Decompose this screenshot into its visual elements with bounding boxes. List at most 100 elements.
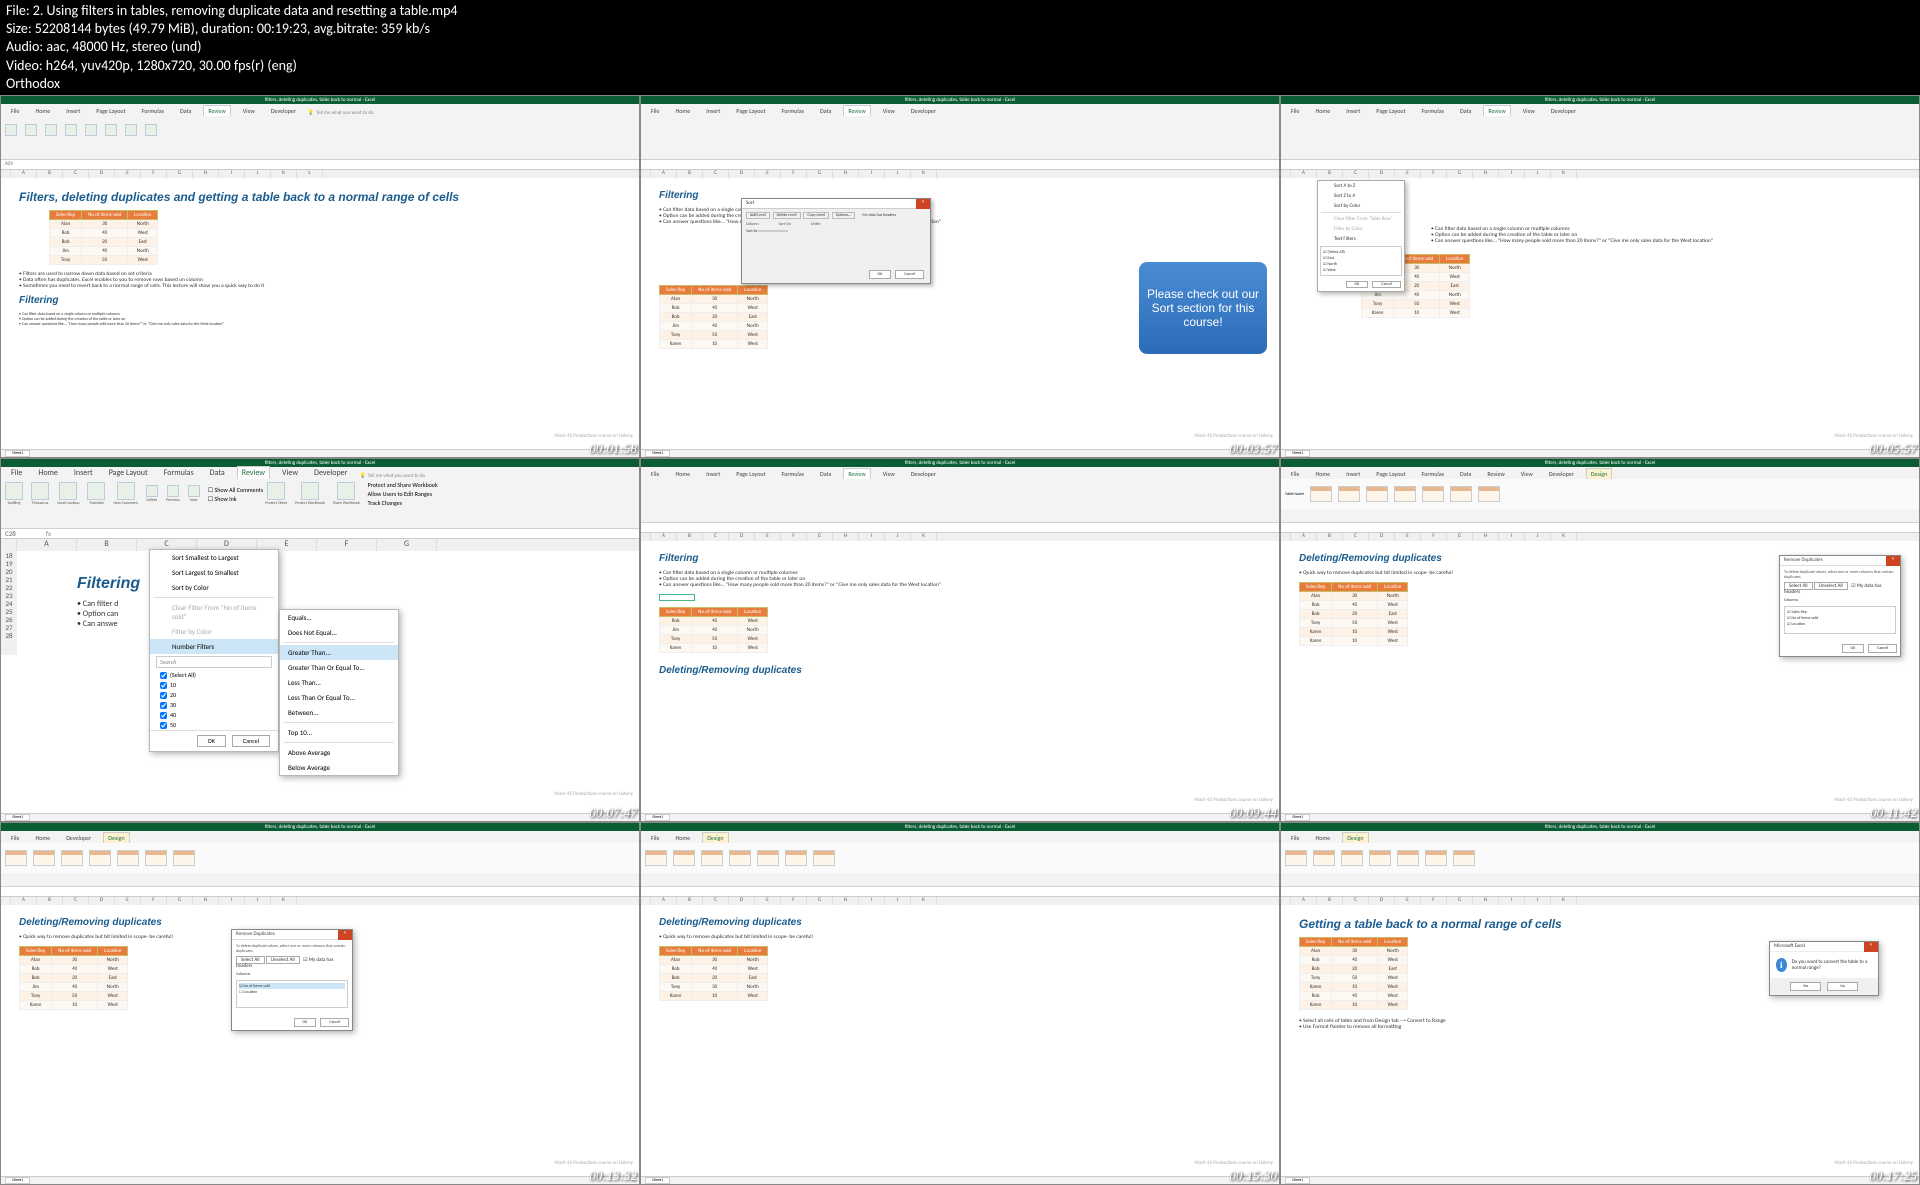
spelling-icon[interactable] bbox=[5, 482, 23, 500]
remove-duplicates-dialog[interactable]: Remove Duplicates× To delete duplicate v… bbox=[231, 929, 353, 1031]
sort-dialog-title: Sort bbox=[746, 200, 754, 206]
sort-ztoa[interactable]: Sort Z to A bbox=[1318, 191, 1404, 201]
filtering-heading: Filtering bbox=[19, 295, 621, 306]
spelling-icon[interactable] bbox=[5, 124, 17, 136]
tab-view[interactable]: View bbox=[239, 106, 259, 116]
show-ink[interactable]: ☐ Show Ink bbox=[208, 495, 263, 503]
no-button[interactable]: No bbox=[1827, 982, 1858, 991]
sort-by-dropdown[interactable] bbox=[758, 230, 788, 232]
delete-level-button[interactable]: Delete Level bbox=[773, 212, 801, 219]
new-comment-icon[interactable] bbox=[85, 124, 97, 136]
smart-lookup-icon[interactable] bbox=[59, 482, 77, 500]
watermark: Mach 42 Productions course on Udemy bbox=[554, 433, 633, 439]
formula-bar[interactable] bbox=[641, 160, 1279, 170]
nodup-table: Sales RepNo of items soldLocation Alan30… bbox=[659, 946, 768, 1001]
cancel-button[interactable]: Cancel bbox=[232, 735, 270, 747]
filter-dropdown[interactable]: Sort A to Z Sort Z to A Sort by Color Cl… bbox=[1317, 180, 1405, 292]
next-comment-icon[interactable] bbox=[188, 485, 200, 497]
data-table: Sales RepNo of items soldLocation Alan30… bbox=[659, 285, 768, 349]
clear-filter: Clear Filter From 'Table Row' bbox=[1318, 214, 1404, 224]
cancel-button[interactable]: Cancel bbox=[895, 270, 924, 279]
meta-file: File: 2. Using filters in tables, removi… bbox=[6, 2, 1914, 20]
dup-table: Sales RepNo of items soldLocation Alan30… bbox=[1299, 582, 1408, 646]
protect-share[interactable]: Protect and Share Workbook bbox=[368, 481, 438, 489]
tab-developer[interactable]: Developer bbox=[267, 106, 300, 116]
sort-callout: Please check out our Sort section for th… bbox=[1139, 262, 1267, 354]
ribbon-tabs[interactable]: File Home Insert Page Layout Formulas Da… bbox=[1, 104, 639, 116]
close-icon[interactable]: × bbox=[1886, 556, 1900, 566]
tab-pagelayout[interactable]: Page Layout bbox=[92, 106, 129, 116]
timestamp: 00:01:58 bbox=[589, 441, 637, 457]
share-workbook-icon[interactable] bbox=[145, 124, 157, 136]
prev-comment-icon[interactable] bbox=[167, 485, 179, 497]
ok-button[interactable]: OK bbox=[869, 270, 892, 279]
intro-bullets: Filters are used to narrow down data bas… bbox=[19, 271, 621, 289]
tab-file[interactable]: File bbox=[7, 106, 24, 116]
sort-color[interactable]: Sort by Color bbox=[1318, 201, 1404, 211]
tab-formulas[interactable]: Formulas bbox=[138, 106, 168, 116]
show-all-comments[interactable]: ☐ Show All Comments bbox=[208, 486, 263, 494]
close-icon[interactable]: × bbox=[916, 199, 930, 209]
dup-table: Sales RepNo of items soldLocation Alan30… bbox=[19, 946, 128, 1010]
filtered-table: Sales RepNo of items soldLocation Rob40W… bbox=[659, 607, 768, 653]
delete-comment-icon[interactable] bbox=[146, 485, 158, 497]
thumbnail-grid: filters, deleting duplicates, table back… bbox=[0, 95, 1920, 1185]
confirm-convert-dialog[interactable]: Microsoft Excel× iDo you want to convert… bbox=[1769, 941, 1879, 996]
col-headers: ABCDEFGHIJKL bbox=[1, 170, 639, 178]
meta-size: Size: 52208144 bytes (49.79 MiB), durati… bbox=[6, 20, 1914, 38]
translate-icon[interactable] bbox=[87, 482, 105, 500]
selected-cell[interactable] bbox=[659, 594, 695, 601]
track-changes[interactable]: Track Changes bbox=[368, 499, 438, 507]
sort-atoz[interactable]: Sort A to Z bbox=[1318, 181, 1404, 191]
name-box[interactable]: C28 bbox=[5, 529, 46, 538]
sort-dialog[interactable]: Sort× Add Level Delete Level Copy Level … bbox=[741, 198, 931, 284]
greater-than-item[interactable]: Greater Than... bbox=[280, 645, 398, 660]
allow-edit-ranges[interactable]: Allow Users to Edit Ranges bbox=[368, 490, 438, 498]
share-workbook-icon[interactable] bbox=[337, 482, 355, 500]
translate-icon[interactable] bbox=[65, 124, 77, 136]
formula-bar[interactable]: A29 bbox=[1, 160, 639, 170]
deldup-title: Deleting/Removing duplicates bbox=[659, 665, 1261, 676]
watermark: Mach 42 Productions course on Udemy bbox=[1194, 433, 1273, 439]
close-icon[interactable]: × bbox=[1864, 942, 1878, 952]
unselect-all-button[interactable]: Unselect All bbox=[1814, 582, 1848, 590]
add-level-button[interactable]: Add Level bbox=[746, 212, 770, 219]
protect-sheet-icon[interactable] bbox=[105, 124, 117, 136]
ribbon-tabs[interactable]: FileHomeInsertPage LayoutFormulasDataRev… bbox=[641, 104, 1279, 116]
filter-search-input[interactable]: Search bbox=[156, 656, 272, 668]
number-filters-submenu[interactable]: Equals... Does Not Equal... Greater Than… bbox=[279, 609, 399, 776]
thesaurus-icon[interactable] bbox=[25, 124, 37, 136]
clear-filter: Clear Filter From "No of items sold" bbox=[150, 600, 278, 624]
smart-lookup-icon[interactable] bbox=[45, 124, 57, 136]
meta-audio: Audio: aac, 48000 Hz, stereo (und) bbox=[6, 38, 1914, 56]
sort-smallest[interactable]: Sort Smallest to Largest bbox=[150, 550, 278, 565]
table-style-swatch[interactable] bbox=[1310, 486, 1332, 502]
protect-workbook-icon[interactable] bbox=[125, 124, 137, 136]
intro-data-table: Sales RepNo of items soldLocation Alan30… bbox=[49, 210, 158, 265]
status-bar: Sheet1 bbox=[1, 449, 639, 457]
tab-review[interactable]: Review bbox=[203, 105, 230, 116]
options-button[interactable]: Options... bbox=[832, 212, 856, 219]
data-table: Sales RepNo of items soldLocation Alan30… bbox=[1299, 937, 1408, 1010]
protect-workbook-icon[interactable] bbox=[301, 482, 319, 500]
yes-button[interactable]: Yes bbox=[1790, 982, 1821, 991]
number-filters[interactable]: Number Filters bbox=[150, 639, 278, 654]
sheet-tab[interactable]: Sheet1 bbox=[5, 450, 30, 457]
tab-design[interactable]: Design bbox=[1586, 468, 1612, 479]
remove-duplicates-dialog[interactable]: Remove Duplicates× To delete duplicate v… bbox=[1779, 555, 1901, 657]
headers-checkbox-label[interactable]: My data has headers bbox=[862, 213, 896, 218]
autofilter-menu[interactable]: Sort Smallest to Largest Sort Largest to… bbox=[149, 549, 279, 752]
sort-largest[interactable]: Sort Largest to Smallest bbox=[150, 565, 278, 580]
video-metadata-header: File: 2. Using filters in tables, removi… bbox=[0, 0, 1920, 95]
tab-data[interactable]: Data bbox=[176, 106, 195, 116]
thesaurus-icon[interactable] bbox=[31, 482, 49, 500]
new-comment-icon[interactable] bbox=[117, 482, 135, 500]
text-filters[interactable]: Text Filters bbox=[1318, 234, 1404, 244]
ok-button[interactable]: OK bbox=[197, 735, 226, 747]
copy-level-button[interactable]: Copy Level bbox=[803, 212, 828, 219]
tab-insert[interactable]: Insert bbox=[62, 106, 84, 116]
sort-by-color[interactable]: Sort by Color bbox=[150, 580, 278, 595]
protect-sheet-icon[interactable] bbox=[267, 482, 285, 500]
convert-title: Getting a table back to a normal range o… bbox=[1299, 917, 1901, 931]
tab-home[interactable]: Home bbox=[32, 106, 55, 116]
